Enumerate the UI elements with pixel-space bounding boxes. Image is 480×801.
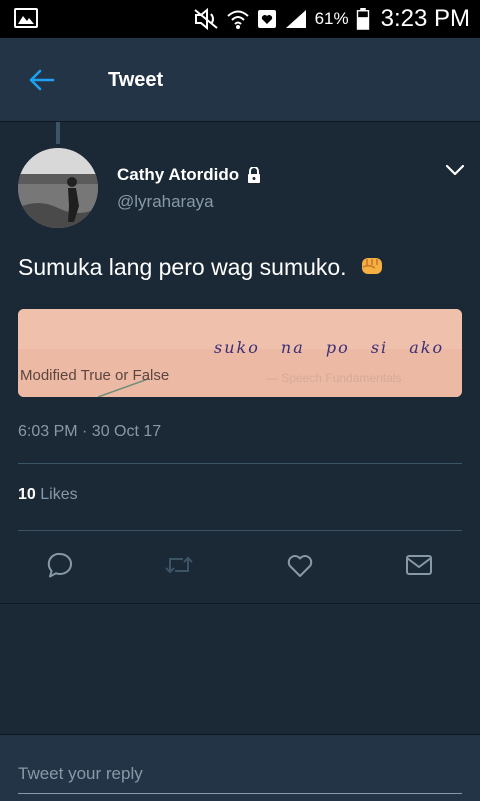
- tweet-body: Sumuka lang pero wag sumuko.: [18, 254, 347, 280]
- avatar[interactable]: [18, 148, 98, 228]
- media-handwriting: suko na po si ako: [214, 338, 445, 357]
- thread-connector: [56, 122, 60, 144]
- signal-icon: [285, 10, 306, 28]
- lock-icon: [248, 167, 261, 183]
- image-notification-icon: [14, 8, 38, 28]
- like-icon[interactable]: [285, 550, 315, 580]
- status-bar: 61% 3:23 PM: [0, 0, 480, 38]
- retweet-icon[interactable]: [164, 550, 194, 580]
- author-name[interactable]: Cathy Atordido: [117, 165, 261, 185]
- likes-count[interactable]: 10 Likes: [18, 486, 78, 504]
- divider: [18, 463, 462, 464]
- reply-bar: [0, 734, 480, 801]
- page-title: Tweet: [108, 69, 164, 91]
- media-printed-label: Modified True or False: [20, 367, 170, 384]
- app-header: Tweet: [0, 38, 480, 122]
- battery-icon: [356, 8, 369, 30]
- wifi-icon: [226, 10, 249, 29]
- author-handle[interactable]: @lyraharaya: [117, 192, 214, 212]
- divider: [18, 530, 462, 531]
- divider: [0, 603, 480, 604]
- raised-fist-icon: [361, 258, 382, 274]
- reply-input[interactable]: [18, 755, 462, 794]
- battery-percent: 61%: [314, 9, 349, 28]
- chevron-down-icon[interactable]: [444, 162, 466, 178]
- tweet-text: Sumuka lang pero wag sumuko.: [18, 254, 385, 281]
- tweet-media-image[interactable]: — Speech Fundamentals Modified True or F…: [18, 309, 462, 397]
- likes-number: 10: [18, 486, 36, 503]
- likes-label: Likes: [40, 486, 78, 503]
- mute-icon: [193, 8, 218, 30]
- direct-message-icon[interactable]: [404, 550, 434, 580]
- tweet-timestamp: 6:03 PM · 30 Oct 17: [18, 423, 162, 440]
- svg-text:— Speech Fundamentals: — Speech Fundamentals: [266, 371, 401, 385]
- heart-notification-icon: [257, 10, 276, 28]
- reply-icon[interactable]: [45, 550, 75, 580]
- author-name-label: Cathy Atordido: [117, 165, 240, 184]
- arrow-left-icon[interactable]: [28, 66, 56, 94]
- tweet-actions: [0, 550, 480, 586]
- status-clock: 3:23 PM: [380, 5, 470, 32]
